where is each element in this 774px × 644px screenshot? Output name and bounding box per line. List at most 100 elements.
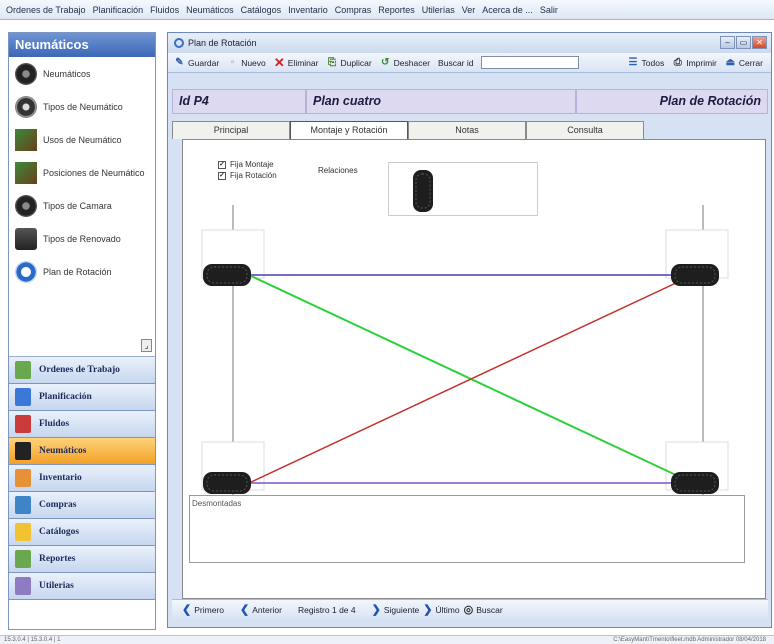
tire-front-left[interactable] — [203, 264, 251, 286]
tire-rear-left[interactable] — [203, 472, 251, 494]
nav-button-5[interactable]: Compras — [9, 492, 155, 519]
menu-item-4[interactable]: Catálogos — [241, 5, 282, 15]
tab-principal[interactable]: Principal — [172, 121, 290, 139]
retread-icon — [15, 227, 37, 250]
print-button[interactable]: ⎙ Imprimir — [672, 57, 717, 68]
sidebar-item-tipos-camara[interactable]: Tipos de Camara — [9, 189, 155, 222]
record-name: Plan cuatro — [306, 89, 576, 114]
menu-item-5[interactable]: Inventario — [288, 5, 328, 15]
first-label: Primero — [194, 604, 224, 615]
list-icon: ☰ — [628, 57, 638, 68]
nav-label: Planificación — [39, 392, 92, 402]
module-icon — [15, 523, 31, 541]
nav-button-0[interactable]: Ordenes de Trabajo — [9, 357, 155, 384]
new-icon: ▫ — [230, 57, 235, 68]
sidebar-item-neumaticos[interactable]: Neumáticos — [9, 57, 155, 90]
tire-relations-icon — [413, 170, 433, 212]
left-navigation-panel: Neumáticos Neumáticos Tipos de Neumático… — [8, 32, 156, 630]
tab-notas[interactable]: Notas — [408, 121, 526, 139]
menu-item-1[interactable]: Planificación — [93, 5, 144, 15]
new-label: Nuevo — [241, 57, 266, 68]
module-nav: Ordenes de Trabajo Planificación Fluidos Ne… — [9, 357, 155, 600]
nav-button-3[interactable]: Neumáticos — [9, 438, 155, 465]
tire-type-icon — [15, 95, 37, 118]
sidebar-item-plan-rotacion[interactable]: Plan de Rotación — [9, 255, 155, 288]
sidebar-item-label: Usos de Neumático — [43, 134, 122, 145]
nav-button-8[interactable]: Utilerias — [9, 573, 155, 600]
next-icon: ❯ — [371, 604, 381, 616]
new-button[interactable]: ▫ Nuevo — [227, 57, 266, 68]
window-title: Plan de Rotación — [188, 38, 257, 48]
minimize-button[interactable]: – — [720, 36, 735, 49]
nav-button-4[interactable]: Inventario — [9, 465, 155, 492]
module-icon — [15, 388, 31, 406]
binoculars-icon: ◎ — [463, 604, 474, 616]
print-label: Imprimir — [686, 57, 717, 68]
menu-item-8[interactable]: Utilerías — [422, 5, 455, 15]
unmounted-group: Desmontadas — [189, 495, 745, 563]
tab-consulta[interactable]: Consulta — [526, 121, 644, 139]
last-icon: ❯ — [423, 604, 433, 616]
sidebar-item-tipos-neumatico[interactable]: Tipos de Neumático — [9, 90, 155, 123]
menu-item-6[interactable]: Compras — [335, 5, 372, 15]
menu-item-7[interactable]: Reportes — [378, 5, 415, 15]
nav-label: Catálogos — [39, 527, 80, 537]
duplicate-button[interactable]: ⎘ Duplicar — [326, 57, 372, 68]
close-button[interactable]: ⏏ Cerrar — [725, 57, 763, 68]
exit-icon: ⏏ — [725, 57, 736, 68]
search-record-button[interactable]: ◎ Buscar — [464, 603, 503, 616]
search-id-input[interactable] — [481, 56, 580, 69]
previous-record-button[interactable]: ❮ Anterior — [240, 603, 282, 616]
tire-front-right[interactable] — [671, 264, 719, 286]
delete-label: Eliminar — [287, 57, 319, 68]
unmounted-label: Desmontadas — [192, 499, 242, 508]
search-id-label: Buscar id — [438, 58, 473, 68]
rotation-plan-icon — [15, 260, 37, 283]
record-counter: Registro 1 de 4 — [297, 604, 356, 615]
sidebar-item-label: Plan de Rotación — [43, 266, 112, 277]
sidebar-item-usos-neumatico[interactable]: Usos de Neumático — [9, 123, 155, 156]
first-record-button[interactable]: ❮ Primero — [182, 603, 224, 616]
sidebar-scroll-button[interactable]: ⌟ — [141, 339, 152, 352]
nav-button-7[interactable]: Reportes — [9, 546, 155, 573]
menu-item-11[interactable]: Salir — [540, 5, 558, 15]
truck-icon — [15, 161, 37, 184]
menu-item-9[interactable]: Ver — [462, 5, 476, 15]
sidebar-item-label: Posiciones de Neumático — [43, 167, 145, 178]
tab-strip: Principal Montaje y Rotación Notas Consu… — [172, 121, 768, 140]
nav-label: Neumáticos — [39, 446, 87, 456]
close-window-button[interactable]: ✕ — [752, 36, 767, 49]
menu-item-2[interactable]: Fluidos — [150, 5, 179, 15]
save-button[interactable]: ✎ Guardar — [174, 57, 219, 68]
window-titlebar: Plan de Rotación – ▭ ✕ — [168, 33, 771, 53]
undo-button[interactable]: ↺ Deshacer — [380, 57, 430, 68]
sidebar-item-label: Neumáticos — [43, 68, 91, 79]
duplicate-label: Duplicar — [340, 57, 372, 68]
last-label: Último — [435, 604, 460, 615]
duplicate-icon: ⎘ — [327, 57, 336, 68]
module-icon — [15, 496, 31, 514]
menu-item-3[interactable]: Neumáticos — [186, 5, 234, 15]
undo-icon: ↺ — [380, 57, 390, 68]
delete-button[interactable]: ✕ Eliminar — [274, 56, 319, 69]
next-record-button[interactable]: ❯ Siguiente — [372, 603, 420, 616]
nav-button-6[interactable]: Catálogos — [9, 519, 155, 546]
nav-label: Inventario — [39, 473, 82, 483]
nav-button-1[interactable]: Planificación — [9, 384, 155, 411]
menu-item-10[interactable]: Acerca de ... — [482, 5, 533, 15]
search-id-text: Buscar id — [438, 57, 474, 68]
status-version: 15.3.0.4 | 15.3.0.4 | 1 — [4, 637, 61, 643]
road-icon — [15, 128, 37, 151]
sidebar-item-posiciones-neumatico[interactable]: Posiciones de Neumático — [9, 156, 155, 189]
sidebar-item-tipos-renovado[interactable]: Tipos de Renovado — [9, 222, 155, 255]
plan-rotacion-window: Plan de Rotación – ▭ ✕ ✎ Guardar ▫ Nuevo ✕… — [167, 32, 772, 628]
tire-rear-right[interactable] — [671, 472, 719, 494]
all-button[interactable]: ☰ Todos — [628, 57, 665, 68]
all-label: Todos — [641, 57, 665, 68]
menu-item-0[interactable]: Ordenes de Trabajo — [6, 5, 86, 15]
maximize-button[interactable]: ▭ — [736, 36, 751, 49]
tab-montaje-rotacion[interactable]: Montaje y Rotación — [290, 121, 408, 140]
previous-icon: ❮ — [239, 604, 250, 616]
nav-button-2[interactable]: Fluidos — [9, 411, 155, 438]
last-record-button[interactable]: ❯ Último — [423, 603, 459, 616]
